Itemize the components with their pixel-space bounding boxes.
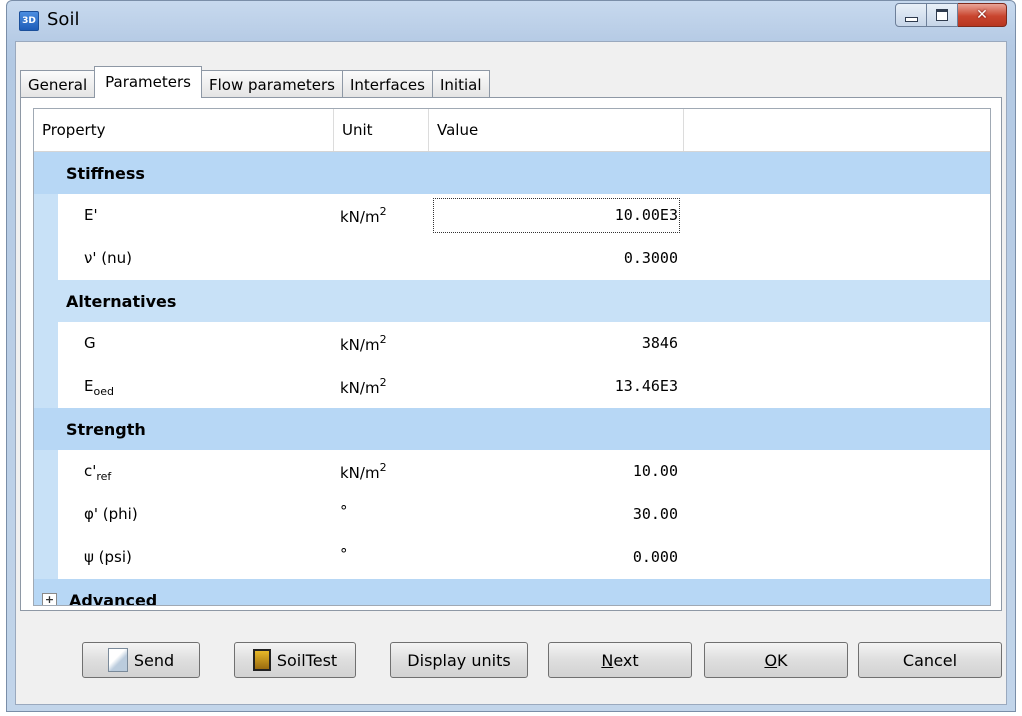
row-g[interactable]: G kN/m2 3846 <box>34 322 990 365</box>
title-bar[interactable]: 3D Soil ✕ <box>7 1 1015 41</box>
group-label: Stiffness <box>66 163 145 183</box>
row-psi[interactable]: ψ (psi) ° 0.000 <box>34 536 990 579</box>
tab-flow-parameters[interactable]: Flow parameters <box>200 70 343 98</box>
group-strength[interactable]: Strength <box>34 408 990 450</box>
cancel-button[interactable]: Cancel <box>858 642 1002 678</box>
unit-cell: kN/m2 <box>334 322 429 365</box>
expand-plus-icon[interactable]: + <box>42 592 57 605</box>
soil-window: 3D Soil ✕ General Parameters Flow parame… <box>6 0 1016 712</box>
property-grid: Property Unit Value Stiffness E' kN/m2 1… <box>33 108 991 606</box>
property-name: ν' (nu) <box>34 237 334 280</box>
value-input-e-oed[interactable]: 13.46E3 <box>429 365 684 408</box>
group-label: Strength <box>66 419 146 439</box>
ok-button[interactable]: OK <box>704 642 848 678</box>
row-c-ref[interactable]: c'ref kN/m2 10.00 <box>34 450 990 493</box>
send-icon <box>107 648 128 672</box>
app-3d-icon: 3D <box>19 11 39 31</box>
header-value[interactable]: Value <box>429 109 684 151</box>
header-property[interactable]: Property <box>34 109 334 151</box>
group-alternatives[interactable]: Alternatives <box>34 280 990 322</box>
group-advanced[interactable]: + Advanced <box>34 579 990 606</box>
value-input-phi[interactable]: 30.00 <box>429 493 684 536</box>
group-label: Advanced <box>69 590 158 606</box>
maximize-icon <box>936 9 948 21</box>
tab-strip: General Parameters Flow parameters Inter… <box>20 66 490 98</box>
soiltest-button[interactable]: SoilTest <box>234 642 356 678</box>
value-input-c-ref[interactable]: 10.00 <box>429 450 684 493</box>
next-button[interactable]: Next <box>548 642 692 678</box>
value-input-e-prime[interactable]: 10.00E3 <box>429 194 684 237</box>
button-bar: Send SoilTest Display units Next OK Canc… <box>16 616 1006 696</box>
value-input-nu[interactable]: 0.3000 <box>429 237 684 280</box>
soiltest-icon <box>252 649 271 671</box>
row-e-prime[interactable]: E' kN/m2 10.00E3 <box>34 194 990 237</box>
row-e-oed[interactable]: Eoed kN/m2 13.46E3 <box>34 365 990 408</box>
unit-cell: kN/m2 <box>334 194 429 237</box>
header-unit[interactable]: Unit <box>334 109 429 151</box>
parameters-panel: Property Unit Value Stiffness E' kN/m2 1… <box>20 97 1002 611</box>
close-button[interactable]: ✕ <box>958 3 1007 27</box>
minimize-button[interactable] <box>895 3 927 27</box>
window-title: Soil <box>47 9 80 30</box>
tab-parameters[interactable]: Parameters <box>94 66 202 98</box>
value-input-psi[interactable]: 0.000 <box>429 536 684 579</box>
tab-interfaces[interactable]: Interfaces <box>342 70 433 98</box>
maximize-button[interactable] <box>927 3 958 27</box>
value-input-g[interactable]: 3846 <box>429 322 684 365</box>
tab-general[interactable]: General <box>20 70 96 98</box>
property-name: ψ (psi) <box>34 536 334 579</box>
unit-cell <box>334 237 429 280</box>
property-name: Eoed <box>34 365 334 408</box>
property-name: E' <box>34 194 334 237</box>
unit-cell: ° <box>334 493 429 536</box>
group-stiffness[interactable]: Stiffness <box>34 152 990 194</box>
close-icon: ✕ <box>976 7 988 23</box>
send-button[interactable]: Send <box>82 642 200 678</box>
header-filler <box>684 109 990 151</box>
unit-cell: ° <box>334 536 429 579</box>
display-units-button[interactable]: Display units <box>390 642 528 678</box>
row-nu[interactable]: ν' (nu) 0.3000 <box>34 237 990 280</box>
dialog-client-area: General Parameters Flow parameters Inter… <box>15 41 1007 705</box>
property-name: G <box>34 322 334 365</box>
row-phi[interactable]: φ' (phi) ° 30.00 <box>34 493 990 536</box>
property-name: φ' (phi) <box>34 493 334 536</box>
property-name: c'ref <box>34 450 334 493</box>
window-controls: ✕ <box>895 3 1007 27</box>
unit-cell: kN/m2 <box>334 365 429 408</box>
group-label: Alternatives <box>66 291 177 311</box>
minimize-icon <box>904 16 918 22</box>
grid-header: Property Unit Value <box>34 109 990 152</box>
tab-initial[interactable]: Initial <box>431 70 490 98</box>
unit-cell: kN/m2 <box>334 450 429 493</box>
